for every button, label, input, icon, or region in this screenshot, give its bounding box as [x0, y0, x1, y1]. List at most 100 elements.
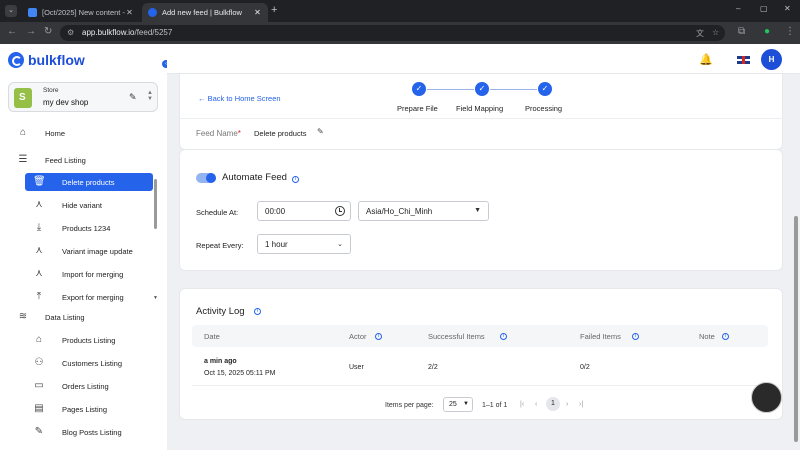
row-relative-time: a min ago	[204, 358, 237, 365]
page-number[interactable]: 1	[546, 397, 560, 411]
step-connector	[427, 89, 474, 90]
row-success: 2/2	[428, 364, 438, 371]
prev-page-icon[interactable]: ‹	[535, 401, 537, 408]
sidebar-item-customers-listing[interactable]: ⚇ Customers Listing	[0, 354, 160, 372]
browser-menu-icon[interactable]: ⋮	[785, 26, 795, 37]
clock-icon[interactable]	[335, 206, 345, 216]
browser-tab-content[interactable]: [Oct/2025] New content - Ha N ✕	[22, 3, 140, 22]
sidebar-item-data-listing[interactable]: ≋ Data Listing	[0, 308, 160, 326]
column-header[interactable]: Note	[699, 332, 715, 341]
site-info-icon[interactable]: ⚙	[67, 28, 74, 37]
info-icon[interactable]: i	[254, 308, 261, 315]
column-header[interactable]: Failed Items	[580, 332, 621, 341]
minimize-button[interactable]: –	[736, 4, 740, 13]
inbox-icon: ▭	[34, 380, 44, 391]
back-to-home-link[interactable]: ← Back to Home Screen	[198, 94, 281, 103]
edit-feed-name-icon[interactable]: ✎	[317, 127, 324, 136]
sidebar-item-variant-image-update[interactable]: ⋏ Variant image update	[0, 242, 160, 260]
tab-search-button[interactable]: ⌄	[5, 5, 17, 17]
info-icon[interactable]: i	[292, 176, 299, 183]
fork-icon: ⋏	[35, 245, 43, 256]
forward-arrow-icon[interactable]: →	[26, 26, 36, 37]
caret-down-icon: ▼	[474, 207, 481, 214]
fork-icon: ⋏	[35, 199, 43, 210]
uk-flag-icon[interactable]	[737, 56, 750, 64]
sidebar-item-label: Products Listing	[62, 335, 116, 345]
bell-icon[interactable]: 🔔	[699, 53, 713, 66]
list-icon: ☰	[18, 154, 28, 165]
step-check-icon: ✓	[412, 82, 426, 96]
sidebar-item-orders-listing[interactable]: ▭ Orders Listing	[0, 377, 160, 395]
sidebar-item-products-listing[interactable]: ⌂ Products Listing	[0, 331, 160, 349]
activity-log-card: Activity Log i Date Actor i Successful I…	[179, 288, 783, 420]
repeat-every-select[interactable]: 1 hour ⌄	[257, 234, 351, 254]
last-page-icon[interactable]: ›|	[579, 401, 583, 408]
user-plus-icon: ⚇	[34, 357, 44, 368]
close-tab-icon[interactable]: ✕	[125, 8, 134, 17]
sidebar-item-hide-variant[interactable]: ⋏ Hide variant	[0, 196, 160, 214]
trash-icon: 🗑	[33, 176, 46, 187]
avatar[interactable]: H	[761, 49, 782, 70]
sidebar-item-label: Import for merging	[62, 269, 124, 279]
timezone-select[interactable]: Asia/Ho_Chi_Minh ▼	[358, 201, 489, 221]
caret-down-icon: ▼	[463, 401, 469, 407]
close-window-button[interactable]: ✕	[784, 4, 791, 13]
database-icon: ≋	[18, 311, 28, 322]
address-bar[interactable]: ⚙ app.bulkflow.io/feed/5257 文 ☆	[60, 25, 725, 41]
url-text: app.bulkflow.io/feed/5257	[82, 28, 173, 37]
brand-logo[interactable]: bulkflow	[8, 52, 85, 68]
reload-icon[interactable]: ↻	[44, 26, 52, 37]
page-scrollbar[interactable]	[794, 216, 798, 442]
sidebar-item-label: Pages Listing	[62, 404, 108, 414]
translate-icon[interactable]: 文	[696, 28, 704, 39]
store-selector[interactable]: Store my dev shop ✎ ▲▼	[8, 82, 158, 112]
scroll-down-icon[interactable]: ▼	[153, 295, 158, 301]
profile-icon[interactable]: ●	[764, 26, 770, 37]
close-tab-icon[interactable]: ✕	[253, 8, 262, 17]
column-header[interactable]: Date	[204, 332, 220, 341]
pagination-range: 1–1 of 1	[482, 402, 508, 409]
sidebar-item-import-for-merging[interactable]: ⋏ Import for merging	[0, 265, 160, 283]
maximize-button[interactable]: ▢	[760, 4, 768, 13]
items-per-page-label: Items per page:	[385, 402, 434, 409]
browser-toolbar: ← → ↻ ⚙ app.bulkflow.io/feed/5257 文 ☆ ⧉ …	[0, 22, 800, 44]
bulkflow-logo-icon	[8, 52, 24, 68]
info-icon[interactable]: i	[722, 333, 729, 340]
next-page-icon[interactable]: ›	[566, 401, 568, 408]
per-page-value: 25	[449, 401, 457, 408]
sidebar-item-feed-listing[interactable]: ☰ Feed Listing	[0, 151, 160, 169]
sidebar-item-pages-listing[interactable]: ▤ Pages Listing	[0, 400, 160, 418]
info-icon[interactable]: i	[375, 333, 382, 340]
step-label-processing: Processing	[525, 104, 563, 113]
automation-card: Automate Feed i Schedule At: 00:00 Asia/…	[179, 149, 783, 271]
page-icon: ▤	[34, 403, 44, 414]
back-arrow-icon[interactable]: ←	[7, 26, 17, 37]
info-icon[interactable]: i	[500, 333, 507, 340]
schedule-time-input[interactable]: 00:00	[257, 201, 351, 221]
new-tab-button[interactable]: +	[271, 4, 277, 16]
sidebar-item-products-1234[interactable]: ⤓ Products 1234	[0, 219, 160, 237]
browser-tab-bulkflow[interactable]: Add new feed | Bulkflow ✕	[142, 3, 268, 22]
automate-feed-toggle[interactable]	[196, 173, 216, 183]
first-page-icon[interactable]: |‹	[520, 401, 524, 408]
bookmark-star-icon[interactable]: ☆	[712, 28, 719, 37]
store-label: Store	[43, 87, 59, 94]
column-header[interactable]: Successful Items	[428, 332, 485, 341]
items-per-page-select[interactable]: 25 ▼	[443, 397, 473, 412]
extensions-icon[interactable]: ⧉	[738, 26, 745, 37]
pencil-icon[interactable]: ✎	[129, 92, 137, 103]
row-actor: User	[349, 364, 364, 371]
shopify-icon	[14, 88, 32, 108]
tab-title: Add new feed | Bulkflow	[162, 8, 242, 17]
step-connector	[490, 89, 537, 90]
info-icon[interactable]: i	[632, 333, 639, 340]
chevron-updown-icon[interactable]: ▲ ▼	[147, 90, 153, 102]
column-header[interactable]: Actor	[349, 332, 367, 341]
sidebar-item-delete-products[interactable]: 🗑 Delete products	[25, 173, 153, 191]
sidebar-scrollbar[interactable]	[154, 179, 157, 229]
sidebar-item-home[interactable]: ⌂ Home	[0, 124, 160, 142]
sidebar-item-blog-posts-listing[interactable]: ✎ Blog Posts Listing	[0, 423, 160, 441]
sidebar-item-export-for-merging[interactable]: ⤒ Export for merging	[0, 288, 160, 306]
time-value: 00:00	[265, 207, 286, 216]
sidebar-item-label: Data Listing	[45, 312, 85, 322]
